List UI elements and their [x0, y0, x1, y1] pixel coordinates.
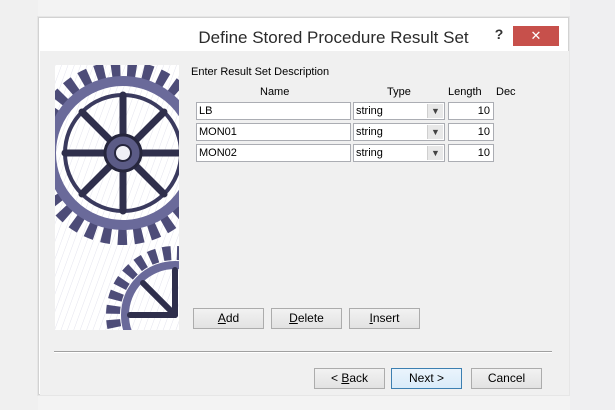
add-button[interactable]: Add [193, 308, 264, 329]
section-label: Enter Result Set Description [191, 66, 330, 78]
desktop-right-strip [570, 0, 615, 410]
dialog-window: Define Stored Procedure Result Set ? ✕ E… [38, 17, 569, 395]
help-icon[interactable]: ? [487, 24, 511, 44]
length-field[interactable]: 10 [448, 144, 494, 162]
type-value: string [356, 126, 383, 138]
result-row: MON01 string ▼ 10 [196, 123, 496, 141]
chevron-down-icon[interactable]: ▼ [427, 146, 443, 160]
delete-button[interactable]: Delete [271, 308, 342, 329]
name-field[interactable]: MON02 [196, 144, 351, 162]
column-header-name: Name [260, 86, 290, 98]
dialog-client: Enter Result Set Description Name Type L… [40, 51, 569, 395]
column-header-length: Length [448, 86, 482, 98]
result-row: LB string ▼ 10 [196, 102, 496, 120]
back-button[interactable]: < Back [314, 368, 385, 389]
type-dropdown[interactable]: string ▼ [353, 102, 445, 120]
type-dropdown[interactable]: string ▼ [353, 144, 445, 162]
gears-illustration [55, 65, 179, 330]
type-value: string [356, 105, 383, 117]
desktop-left-strip [0, 0, 38, 410]
chevron-down-icon[interactable]: ▼ [427, 104, 443, 118]
close-icon[interactable]: ✕ [513, 26, 559, 46]
chevron-down-icon[interactable]: ▼ [427, 125, 443, 139]
result-row: MON02 string ▼ 10 [196, 144, 496, 162]
type-value: string [356, 147, 383, 159]
cancel-button[interactable]: Cancel [471, 368, 542, 389]
next-button[interactable]: Next > [391, 368, 462, 389]
insert-button[interactable]: Insert [349, 308, 420, 329]
name-field[interactable]: LB [196, 102, 351, 120]
column-header-type: Type [387, 86, 411, 98]
separator-line [54, 351, 552, 353]
name-field[interactable]: MON01 [196, 123, 351, 141]
type-dropdown[interactable]: string ▼ [353, 123, 445, 141]
length-field[interactable]: 10 [448, 123, 494, 141]
length-field[interactable]: 10 [448, 102, 494, 120]
gears-icon [55, 65, 179, 330]
column-header-dec: Dec [496, 86, 516, 98]
title-bar: Define Stored Procedure Result Set ? ✕ [39, 18, 568, 51]
